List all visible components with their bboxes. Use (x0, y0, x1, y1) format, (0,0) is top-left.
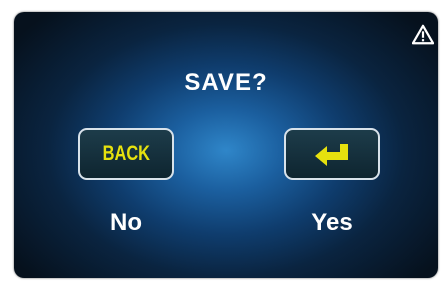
save-dialog-screen: SAVE? BACK No Yes (14, 12, 438, 278)
dialog-title: SAVE? (184, 69, 268, 96)
back-button[interactable]: BACK (78, 128, 174, 180)
yes-label: Yes (311, 209, 353, 236)
warning-triangle-icon (412, 24, 434, 45)
back-button-label: BACK (102, 142, 150, 165)
enter-return-icon (315, 144, 348, 166)
enter-button[interactable] (284, 128, 380, 180)
no-label: No (110, 209, 142, 236)
